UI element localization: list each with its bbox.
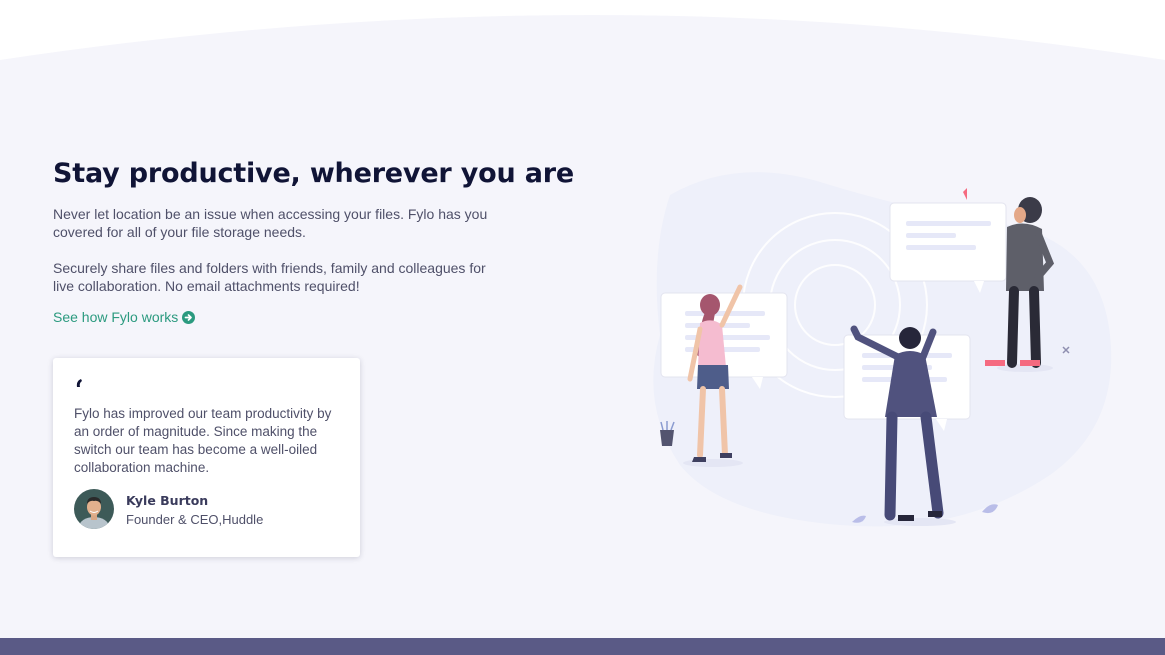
collaboration-paragraph: Securely share files and folders with fr… — [53, 260, 486, 294]
testimonial-card: Fylo has improved our team productivity … — [53, 358, 360, 557]
link-label: See how Fylo works — [53, 309, 179, 325]
section-title: Stay productive, wherever you are — [53, 158, 574, 189]
intro-paragraph: Never let location be an issue when acce… — [53, 206, 488, 240]
testimonial-quote: Fylo has improved our team productivity … — [74, 406, 332, 475]
author-role: Founder & CEO,Huddle — [126, 512, 264, 527]
arrow-circle-right-icon — [182, 310, 196, 324]
collaboration-illustration — [653, 172, 1112, 527]
plant-pot-icon — [660, 430, 674, 446]
avatar — [74, 489, 114, 529]
top-curve-background — [0, 0, 1165, 80]
see-how-fylo-works-link[interactable]: See how Fylo works — [53, 308, 196, 326]
author-name: Kyle Burton — [126, 493, 209, 508]
footer-band — [0, 638, 1165, 655]
quote-icon — [76, 379, 82, 387]
